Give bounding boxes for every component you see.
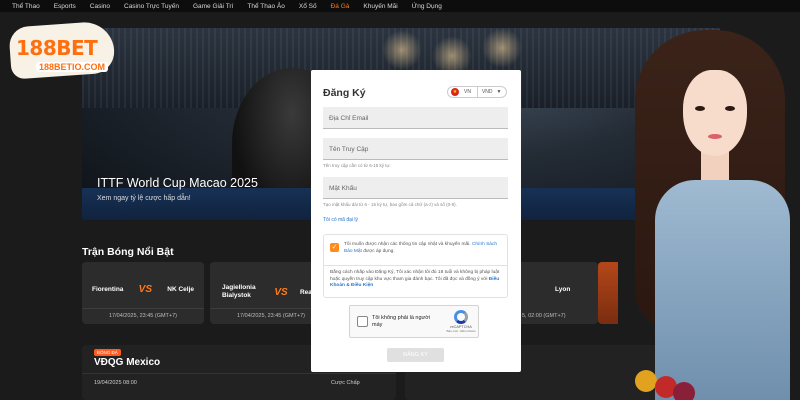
home-team: Fiorentina — [92, 286, 124, 293]
marketing-consent-checkbox[interactable]: ✓ — [330, 243, 339, 252]
nav-item-promotions[interactable]: Khuyến Mãi — [363, 3, 397, 10]
league-name[interactable]: VĐQG Mexico — [94, 357, 160, 368]
model-lips — [708, 134, 722, 139]
recaptcha-widget: Tôi không phải là người máy reCAPTCHA Bả… — [349, 305, 479, 338]
affiliate-code-link[interactable]: Tôi có mã đại lý — [323, 217, 358, 223]
consent-box: ✓ Tôi muốn được nhận các thông tin cập n… — [323, 234, 508, 298]
nav-item-lottery[interactable]: Xổ Số — [299, 3, 317, 10]
divider — [476, 87, 478, 97]
fruit-decoration — [673, 382, 695, 400]
register-submit-button[interactable]: ĐĂNG KÝ — [387, 348, 444, 362]
captcha-label: Tôi không phải là người máy — [372, 315, 431, 328]
language-currency-selector[interactable]: ★ VN VND ▼ — [447, 86, 507, 98]
username-field[interactable] — [323, 138, 508, 160]
nav-item-esports[interactable]: Esports — [54, 3, 76, 10]
promo-model-image — [615, 30, 800, 400]
featured-heading: Trận Bóng Nổi Bật — [82, 246, 174, 258]
nav-item-games[interactable]: Game Giải Trí — [193, 3, 233, 10]
match-time: 5, 02:00 (GMT+7) — [522, 313, 566, 319]
username-input[interactable] — [323, 139, 508, 160]
nav-item-sports[interactable]: Thể Thao — [12, 3, 40, 10]
terms-text: Bằng cách nhấp vào Đăng Ký, Tôi xác nhận… — [330, 270, 502, 290]
consent-text: Tôi muốn được nhận các thông tin cập nhậ… — [344, 242, 502, 255]
currency-code: VND — [481, 89, 493, 95]
top-nav: Thể Thao Esports Casino Casino Trực Tuyế… — [0, 0, 800, 12]
vs-label: VS — [274, 286, 288, 298]
email-field[interactable] — [323, 107, 508, 129]
divider — [82, 308, 204, 309]
password-input[interactable] — [323, 178, 508, 199]
fixture-date: 19/04/2025 08:00 — [94, 380, 137, 386]
chevron-down-icon: ▼ — [496, 89, 502, 95]
nav-item-live-casino[interactable]: Casino Trực Tuyến — [124, 3, 179, 10]
firework-decoration — [382, 30, 422, 70]
nav-item-app[interactable]: Ứng Dụng — [412, 3, 442, 10]
email-input[interactable] — [323, 108, 508, 129]
password-field[interactable] — [323, 177, 508, 199]
away-team: NK Celje — [167, 286, 194, 293]
sport-badge: BÓNG ĐÁ — [94, 349, 121, 356]
match-time: 17/04/2025, 23:45 (GMT+7) — [108, 313, 178, 319]
page: Thể Thao Esports Casino Casino Trực Tuyế… — [0, 0, 800, 400]
terms-label: Bằng cách nhấp vào Đăng Ký, Tôi xác nhận… — [330, 270, 500, 282]
firework-decoration — [482, 28, 522, 68]
nav-item-cockfight[interactable]: Đá Gà — [331, 3, 350, 10]
fruit-decoration — [635, 370, 657, 392]
match-card[interactable]: Lyon 5, 02:00 (GMT+7) — [520, 262, 598, 324]
match-teams: Fiorentina VS NK Celje — [82, 284, 204, 295]
recaptcha-icon — [454, 310, 468, 324]
register-modal: Đăng Ký ★ VN VND ▼ Tên truy cập cần có t… — [311, 70, 521, 372]
model-eye — [725, 106, 735, 111]
handicap-column-header: Cược Chấp — [331, 380, 360, 386]
language-code: VN — [464, 89, 471, 95]
divider — [324, 265, 507, 266]
divider — [82, 373, 396, 374]
recaptcha-branding: reCAPTCHA Bảo mật - Điều khoản — [446, 310, 476, 333]
recaptcha-privacy-links[interactable]: Bảo mật - Điều khoản — [446, 329, 476, 333]
home-team: Jagiellonia Bialystok — [222, 284, 256, 299]
model-dress — [655, 180, 790, 400]
away-team: Lyon — [555, 286, 571, 293]
logo-wordmark: 188BET — [16, 36, 98, 60]
logo-domain: 188BETIO.COM — [36, 62, 109, 72]
modal-title: Đăng Ký — [323, 87, 366, 99]
hero-title: ITTF World Cup Macao 2025 — [97, 176, 258, 190]
match-card[interactable]: Fiorentina VS NK Celje 17/04/2025, 23:45… — [82, 262, 204, 324]
nav-item-virtual-sports[interactable]: Thể Thao Ảo — [247, 3, 284, 10]
captcha-checkbox[interactable] — [357, 316, 368, 327]
brand-logo[interactable]: 188BET 188BETIO.COM — [8, 18, 116, 84]
nav-item-casino[interactable]: Casino — [90, 3, 110, 10]
model-face — [683, 70, 747, 156]
password-hint: Tạo mật khẩu dài từ 6 - 15 ký tự, bao gồ… — [323, 202, 457, 207]
consent-suffix: được áp dụng. — [363, 248, 395, 254]
model-eye — [695, 106, 705, 111]
consent-label: Tôi muốn được nhận các thông tin cập nhậ… — [344, 242, 471, 247]
vietnam-flag-icon: ★ — [451, 88, 459, 96]
vs-label: VS — [138, 284, 153, 295]
username-hint: Tên truy cập cần có từ 6-15 ký tự. — [323, 163, 391, 168]
hero-subtitle: Xem ngay tỷ lệ cược hấp dẫn! — [97, 195, 191, 202]
